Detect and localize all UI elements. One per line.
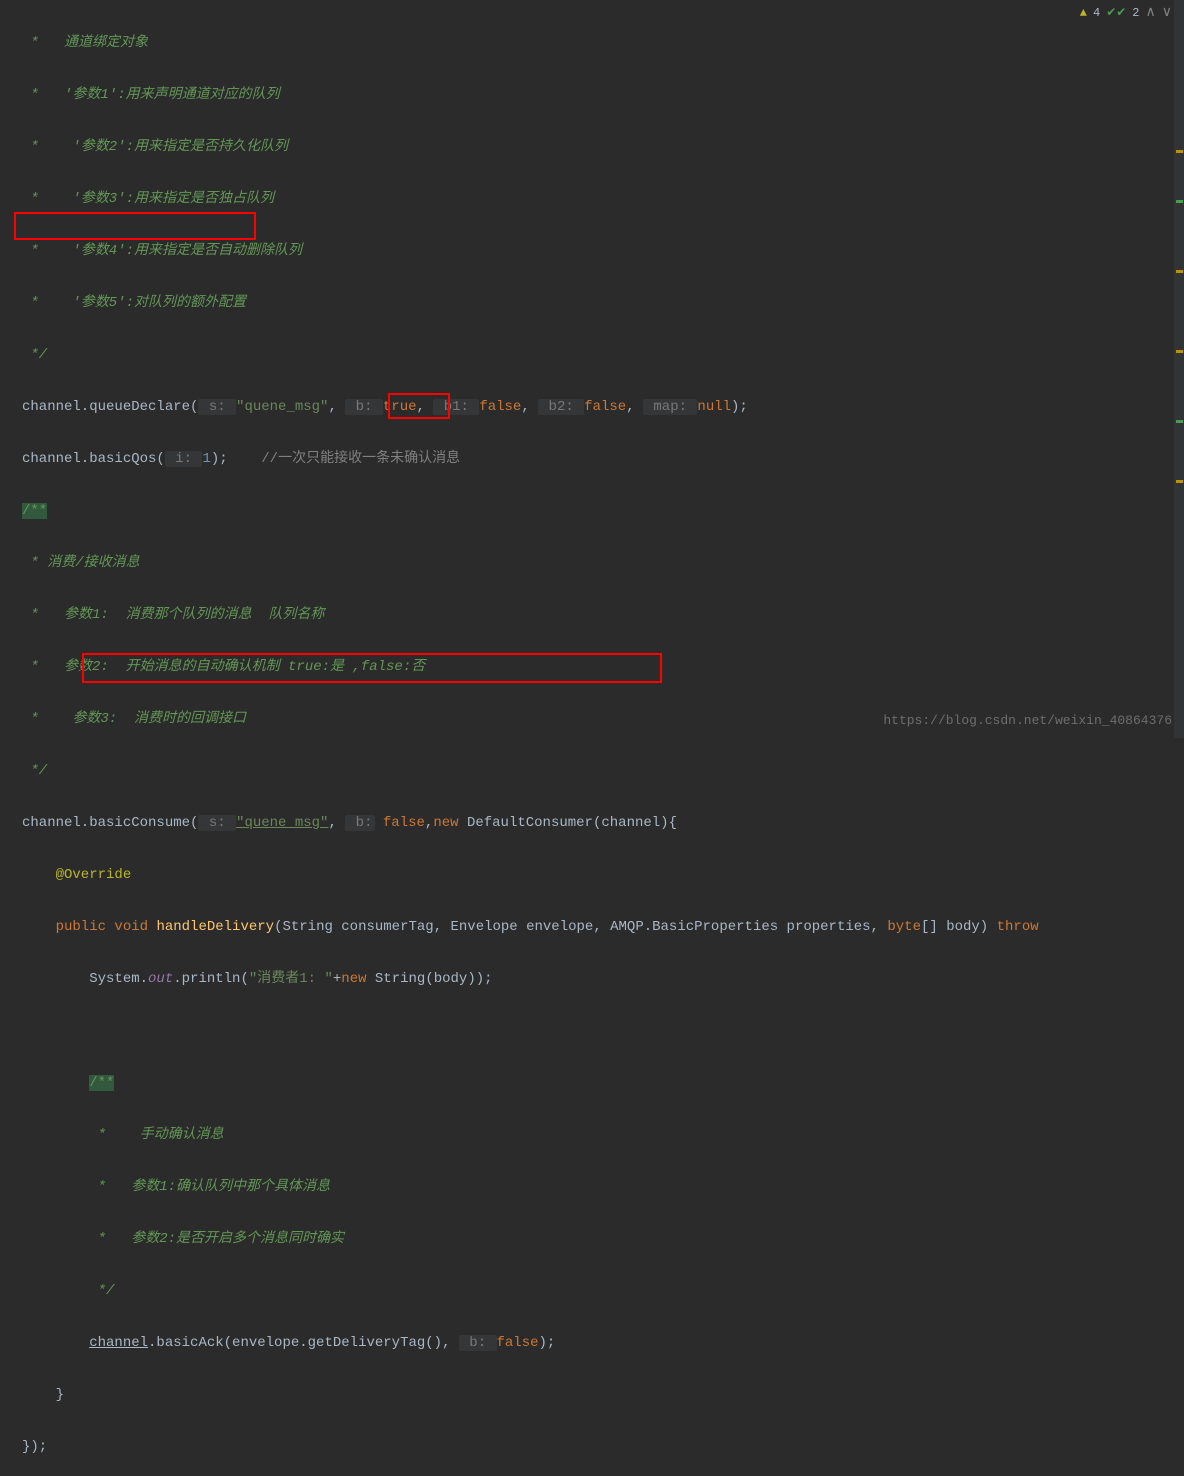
code-line: channel.basicAck(envelope.getDeliveryTag…	[22, 1330, 1184, 1356]
code-line: /**	[22, 1070, 1184, 1096]
code-line: * 手动确认消息	[22, 1122, 1184, 1148]
check-count: 2	[1132, 6, 1139, 20]
code-line: * 参数2:是否开启多个消息同时确实	[22, 1226, 1184, 1252]
code-line: @Override	[22, 862, 1184, 888]
code-line: * '参数5':对队列的额外配置	[22, 290, 1184, 316]
right-gutter[interactable]	[1174, 0, 1184, 738]
code-line	[22, 1018, 1184, 1044]
code-line: });	[22, 1434, 1184, 1460]
code-line: public void handleDelivery(String consum…	[22, 914, 1184, 940]
code-line: */	[22, 1278, 1184, 1304]
code-line: */	[22, 758, 1184, 784]
chevron-down-icon[interactable]: ∨	[1162, 4, 1172, 21]
chevron-up-icon[interactable]: ∧	[1146, 4, 1156, 21]
code-editor[interactable]: * 通道绑定对象 * '参数1':用来声明通道对应的队列 * '参数2':用来指…	[0, 0, 1184, 1476]
code-line: * 参数1: 消费那个队列的消息 队列名称	[22, 602, 1184, 628]
code-line: * 参数2: 开始消息的自动确认机制 true:是 ,false:否	[22, 654, 1184, 680]
code-line: * '参数3':用来指定是否独占队列	[22, 186, 1184, 212]
code-line: /**	[22, 498, 1184, 524]
code-line: channel.basicConsume( s: "quene_msg", b:…	[22, 810, 1184, 836]
code-line: System.out.println("消费者1: "+new String(b…	[22, 966, 1184, 992]
warning-icon[interactable]: ▲	[1080, 6, 1087, 20]
code-line: * 参数1:确认队列中那个具体消息	[22, 1174, 1184, 1200]
code-line: channel.basicQos( i: 1); //一次只能接收一条未确认消息	[22, 446, 1184, 472]
check-icon[interactable]: ✔✔	[1106, 5, 1126, 20]
code-line: * '参数2':用来指定是否持久化队列	[22, 134, 1184, 160]
code-line: * 消费/接收消息	[22, 550, 1184, 576]
code-line: }	[22, 1382, 1184, 1408]
code-line: */	[22, 342, 1184, 368]
code-line: * '参数4':用来指定是否自动删除队列	[22, 238, 1184, 264]
status-bar: ▲ 4 ✔✔ 2 ∧ ∨	[1080, 4, 1172, 21]
warning-count: 4	[1093, 6, 1100, 20]
watermark: https://blog.csdn.net/weixin_40864376	[883, 713, 1172, 728]
code-line: * '参数1':用来声明通道对应的队列	[22, 82, 1184, 108]
code-line: * 通道绑定对象	[22, 30, 1184, 56]
code-line: channel.queueDeclare( s: "quene_msg", b:…	[22, 394, 1184, 420]
